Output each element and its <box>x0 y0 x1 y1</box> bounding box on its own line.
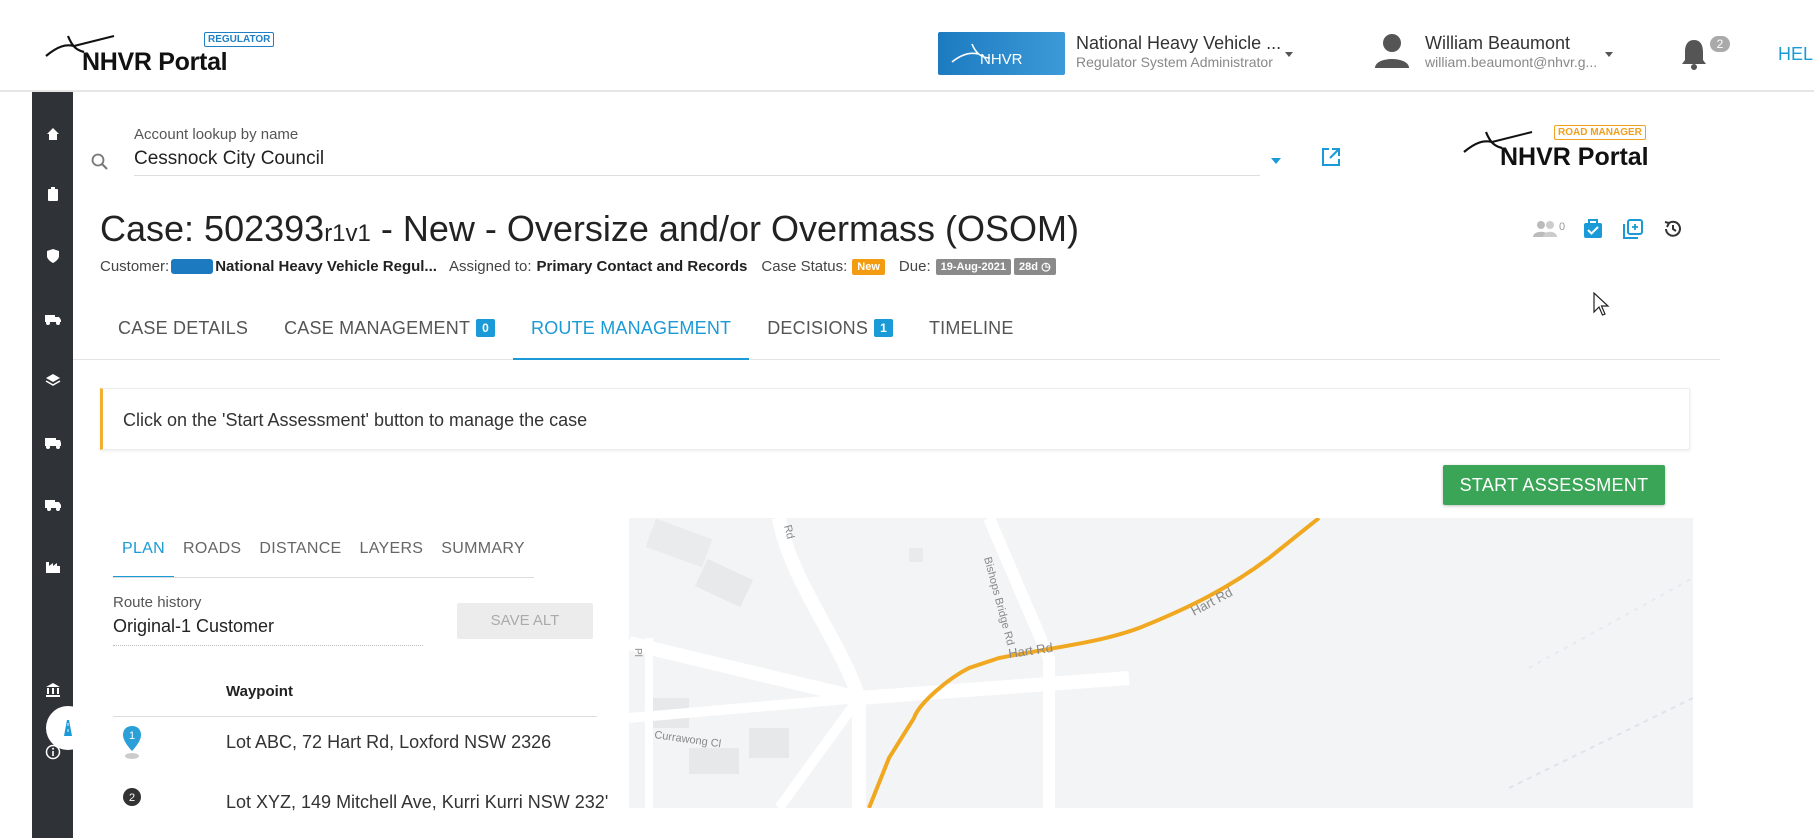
waypoint-row[interactable]: 2 Lot XYZ, 149 Mitchell Ave, Kurri Kurri… <box>113 784 608 834</box>
case-meta-row: Customer: National Heavy Vehicle Regul..… <box>100 258 1056 275</box>
waypoint-address: Lot XYZ, 149 Mitchell Ave, Kurri Kurri N… <box>226 792 609 812</box>
user-name[interactable]: William Beaumont <box>1425 33 1570 54</box>
due-days-value: 28d <box>1019 261 1038 273</box>
due-days-badge: 28d ◷ <box>1014 258 1056 275</box>
map-pin-icon: 1 <box>123 726 141 759</box>
user-avatar-icon[interactable] <box>1372 30 1412 70</box>
case-tabs: CASE DETAILS CASE MANAGEMENT 0 ROUTE MANA… <box>100 310 1032 360</box>
info-notice: Click on the 'Start Assessment' button t… <box>100 388 1690 450</box>
waypoint-column-header: Waypoint <box>226 683 293 700</box>
map-label: Pl <box>632 648 643 657</box>
case-revision: r1v1 <box>324 220 371 247</box>
notification-bell-icon[interactable] <box>1680 37 1708 71</box>
due-date-badge: 19-Aug-2021 <box>935 258 1012 275</box>
left-nav-sidebar <box>32 92 90 838</box>
org-role: Regulator System Administrator <box>1076 54 1273 70</box>
tab-label: DECISIONS <box>767 318 869 338</box>
org-dropdown-icon[interactable] <box>1285 52 1293 57</box>
subtab-roads[interactable]: ROADS <box>174 528 250 578</box>
customer-name[interactable]: National Heavy Vehicle Regul... <box>215 258 437 275</box>
customer-label: Customer: <box>100 258 170 275</box>
route-map[interactable]: Hart Rd Hart Rd Bishops Bridge Rd Curraw… <box>629 518 1693 808</box>
case-title: Case: 502393r1v1 - New - Oversize and/or… <box>100 208 1079 250</box>
factory-icon[interactable] <box>32 554 73 578</box>
tab-timeline[interactable]: TIMELINE <box>911 310 1032 360</box>
subtab-layers[interactable]: LAYERS <box>351 528 433 578</box>
due-label: Due: <box>898 258 931 275</box>
org-name[interactable]: National Heavy Vehicle ... <box>1076 33 1281 54</box>
clock-icon: ◷ <box>1041 261 1051 273</box>
waypoint-number-icon: 2 <box>123 788 141 806</box>
clipboard-icon[interactable] <box>32 182 73 206</box>
road-manager-badge: ROAD MANAGER <box>1554 125 1646 140</box>
user-dropdown-icon[interactable] <box>1605 52 1613 57</box>
account-lookup-input[interactable]: Cessnock City Council <box>134 148 1260 176</box>
history-icon[interactable] <box>1662 218 1684 240</box>
org-logo-mark-icon: NHVR <box>951 43 1023 68</box>
save-alt-button[interactable]: SAVE ALT <box>457 603 593 639</box>
case-title-prefix: Case: 502393 <box>100 208 325 249</box>
account-lookup-label: Account lookup by name <box>134 126 299 143</box>
waypoint-row[interactable]: 1 Lot ABC, 72 Hart Rd, Loxford NSW 2326 <box>113 724 597 774</box>
watchers-count: 0 <box>1559 221 1565 233</box>
notification-count-badge: 2 <box>1710 36 1730 52</box>
tab-label: CASE DETAILS <box>118 318 249 338</box>
waypoint-number: 1 <box>129 730 135 742</box>
map-canvas: Hart Rd Hart Rd Bishops Bridge Rd Curraw… <box>629 518 1693 808</box>
tab-case-details[interactable]: CASE DETAILS <box>100 310 266 360</box>
layers-icon[interactable] <box>32 368 73 392</box>
heavy-vehicle-icon[interactable] <box>32 492 73 516</box>
subtab-summary[interactable]: SUMMARY <box>432 528 534 578</box>
open-external-icon[interactable] <box>1320 146 1342 168</box>
copy-case-icon[interactable] <box>1622 218 1644 240</box>
help-link[interactable]: HEL <box>1778 44 1813 65</box>
vehicle-icon[interactable] <box>32 306 73 330</box>
shield-icon[interactable] <box>32 244 73 268</box>
route-history-select[interactable]: Original-1 Customer <box>113 616 423 646</box>
tab-count-badge: 0 <box>476 319 496 337</box>
tab-label: ROUTE MANAGEMENT <box>531 318 732 338</box>
route-history-label: Route history <box>113 594 202 611</box>
logo-text: NHVR Portal <box>82 48 228 76</box>
mouse-cursor-icon <box>1593 292 1610 316</box>
logo-badge: REGULATOR <box>204 32 275 47</box>
sub-tabs-divider <box>113 577 534 578</box>
top-header: NHVR Portal REGULATOR NHVR National Heav… <box>0 0 1814 92</box>
start-assessment-button[interactable]: START ASSESSMENT <box>1443 465 1665 505</box>
search-icon <box>91 153 108 170</box>
info-icon[interactable] <box>32 740 73 764</box>
home-icon[interactable] <box>32 122 73 146</box>
subtab-plan[interactable]: PLAN <box>113 528 174 578</box>
tab-case-management[interactable]: CASE MANAGEMENT 0 <box>266 310 513 360</box>
assigned-label: Assigned to: <box>448 258 532 275</box>
nhvr-portal-logo[interactable]: NHVR Portal REGULATOR <box>44 28 275 78</box>
account-lookup-dropdown-icon[interactable] <box>1271 158 1281 164</box>
customer-logo <box>171 259 214 274</box>
road-manager-logo-text: NHVR Portal <box>1500 143 1649 171</box>
org-logo-text: NHVR <box>980 51 1023 68</box>
road-manager-logo: NHVR Portal ROAD MANAGER <box>1462 124 1662 174</box>
tab-decisions[interactable]: DECISIONS 1 <box>749 310 911 360</box>
briefcase-check-icon[interactable] <box>1582 218 1604 240</box>
tab-label: CASE MANAGEMENT <box>284 318 471 338</box>
status-badge: New <box>852 258 885 275</box>
tab-count-badge: 1 <box>874 319 893 337</box>
status-label: Case Status: <box>761 258 848 275</box>
org-logo[interactable]: NHVR <box>938 32 1065 75</box>
waypoint-address: Lot ABC, 72 Hart Rd, Loxford NSW 2326 <box>226 732 552 752</box>
user-email: william.beaumont@nhvr.g... <box>1425 54 1598 70</box>
watchers-icon[interactable]: 0 <box>1532 218 1568 240</box>
waypoint-number: 2 <box>129 792 135 804</box>
truck-icon[interactable] <box>32 430 73 454</box>
assigned-value: Primary Contact and Records <box>536 258 748 275</box>
tab-label: TIMELINE <box>928 318 1014 338</box>
waypoint-header-divider <box>113 716 597 717</box>
route-sub-tabs: PLAN ROADS DISTANCE LAYERS SUMMARY <box>113 528 534 578</box>
subtab-distance[interactable]: DISTANCE <box>250 528 350 578</box>
tab-route-management[interactable]: ROUTE MANAGEMENT <box>513 310 750 360</box>
case-title-suffix: - New - Oversize and/or Overmass (OSOM) <box>370 208 1079 249</box>
bank-icon[interactable] <box>32 678 73 702</box>
